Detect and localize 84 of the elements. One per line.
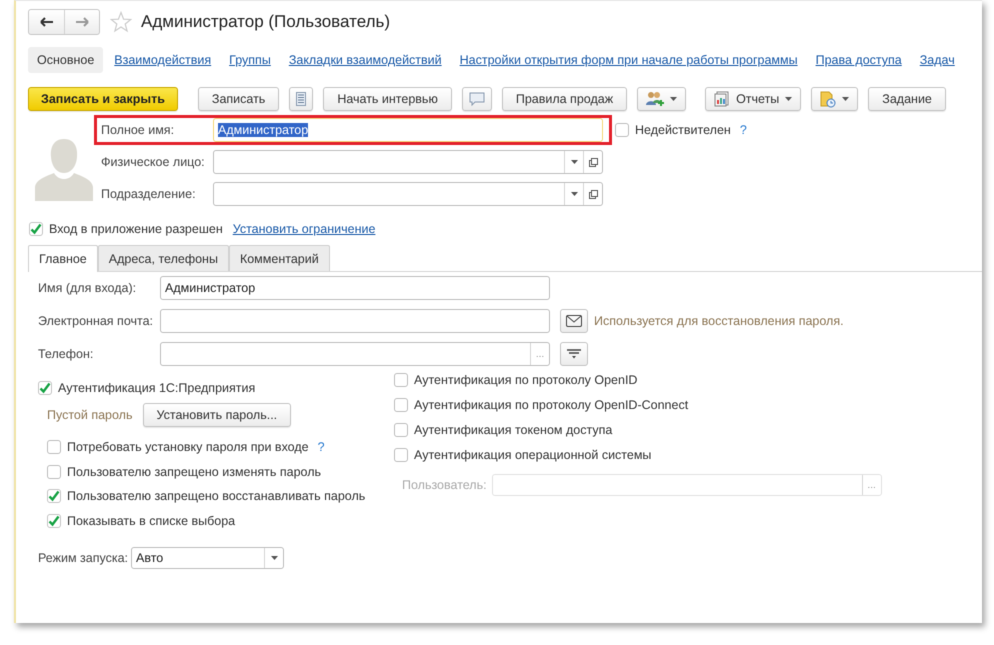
checkbox[interactable] <box>47 440 61 454</box>
checkbox[interactable] <box>615 123 629 137</box>
launch-mode-select[interactable]: Авто <box>131 546 284 568</box>
envelope-icon <box>566 315 582 327</box>
email-field[interactable] <box>160 309 550 333</box>
toolbar-button[interactable]: Записать <box>198 87 280 111</box>
checkbox[interactable] <box>38 381 52 395</box>
speech-bubble-icon <box>468 92 485 106</box>
notes-button[interactable] <box>289 87 314 111</box>
caret-icon <box>670 97 678 101</box>
checkbox[interactable] <box>47 489 61 503</box>
field-label: Пользователь: <box>402 478 487 492</box>
people-icon <box>646 91 664 107</box>
phone-menu-button[interactable] <box>560 342 588 366</box>
checkbox-label: Аутентификация по протоколу OpenID-Connect <box>414 398 688 412</box>
checkbox[interactable] <box>47 514 61 528</box>
checkbox-label: Вход в приложение разрешен <box>49 222 223 236</box>
email-hint: Используется для восстановления пароля. <box>594 314 844 328</box>
checkbox-label: Пользователю запрещено изменять пароль <box>67 464 322 478</box>
section-tab[interactable]: Основное <box>28 47 104 73</box>
toolbar-button[interactable]: Начать интервью <box>323 87 452 111</box>
select-field[interactable] <box>213 182 603 206</box>
back-arrow-icon <box>40 17 54 27</box>
field-label: Электронная почта: <box>38 314 154 328</box>
section-tab[interactable]: Взаимодействия <box>107 47 218 73</box>
checkbox[interactable] <box>394 423 408 437</box>
toolbar-button[interactable]: Правила продаж <box>502 87 628 111</box>
checkbox-label: Показывать в списке выбора <box>67 514 236 528</box>
checkbox[interactable] <box>394 448 408 462</box>
toolbar-button[interactable]: Задание <box>868 87 946 111</box>
select-field[interactable] <box>213 150 603 174</box>
save-and-close-button[interactable]: Записать и закрыть <box>28 87 178 111</box>
document-clock-icon <box>820 90 836 108</box>
full-name-field[interactable]: Администратор <box>213 118 603 142</box>
document-icon <box>296 92 306 106</box>
checkbox-label: Пользователю запрещено восстанавливать пароль <box>67 489 366 503</box>
checkbox[interactable] <box>47 464 61 478</box>
help-link[interactable]: ? <box>740 123 747 137</box>
people-menu-button[interactable] <box>637 87 686 111</box>
field-label: Режим запуска: <box>38 550 128 564</box>
field-label: Имя (для входа): <box>38 281 138 295</box>
set-restriction-link[interactable]: Установить ограничение <box>232 222 376 236</box>
section-tab[interactable]: Права доступа <box>808 47 909 73</box>
help-link[interactable]: ? <box>318 440 325 454</box>
lines-icon <box>567 349 581 359</box>
caret-icon <box>785 97 792 101</box>
set-password-button[interactable]: Установить пароль... <box>142 403 292 427</box>
checkbox-label: Потребовать установку пароля при входе <box>67 440 309 454</box>
checkbox[interactable] <box>394 398 408 412</box>
checkbox-label: Аутентификация операционной системы <box>414 448 652 462</box>
section-tab[interactable]: Настройки открытия форм при начале работы программы <box>452 47 805 73</box>
section-tab[interactable]: Группы <box>222 47 278 73</box>
open-icon <box>588 190 598 198</box>
caret-icon <box>570 192 578 196</box>
field-label: Полное имя: <box>101 123 176 137</box>
checkbox-label: Аутентификация токеном доступа <box>414 423 612 437</box>
caret-icon <box>270 556 278 560</box>
chart-report-icon <box>714 91 730 107</box>
send-email-button[interactable] <box>560 309 588 333</box>
checkbox[interactable] <box>394 373 408 387</box>
section-tab[interactable]: Задач <box>912 47 962 73</box>
documents-menu-button[interactable] <box>811 87 858 111</box>
login-name-field[interactable]: Администратор <box>160 276 550 300</box>
forward-arrow-icon <box>75 17 89 27</box>
avatar-silhouette <box>34 137 94 201</box>
reports-menu-button[interactable]: Отчеты <box>705 87 802 111</box>
field-label: Физическое лицо: <box>101 155 206 169</box>
caret-icon <box>842 97 850 101</box>
comment-button[interactable] <box>462 87 492 111</box>
form-tab[interactable]: Главное <box>28 245 98 272</box>
window-title: Администратор (Пользователь) <box>141 12 390 32</box>
field-label: Телефон: <box>38 347 94 361</box>
open-icon <box>588 158 598 166</box>
form-tab[interactable]: Адреса, телефоны <box>98 245 229 271</box>
section-tab[interactable]: Закладки взаимодействий <box>282 47 449 73</box>
field-label: Подразделение: <box>101 187 197 201</box>
checkbox[interactable] <box>29 222 43 236</box>
star-icon[interactable] <box>110 11 132 33</box>
password-status: Пустой пароль <box>47 408 132 422</box>
checkbox-label: Аутентификация по протоколу OpenID <box>414 373 638 387</box>
form-tab[interactable]: Комментарий <box>228 245 330 271</box>
caret-icon <box>570 160 578 164</box>
checkbox-label: Недействителен <box>635 123 731 137</box>
checkbox-label: Аутентификация 1С:Предприятия <box>58 381 256 395</box>
